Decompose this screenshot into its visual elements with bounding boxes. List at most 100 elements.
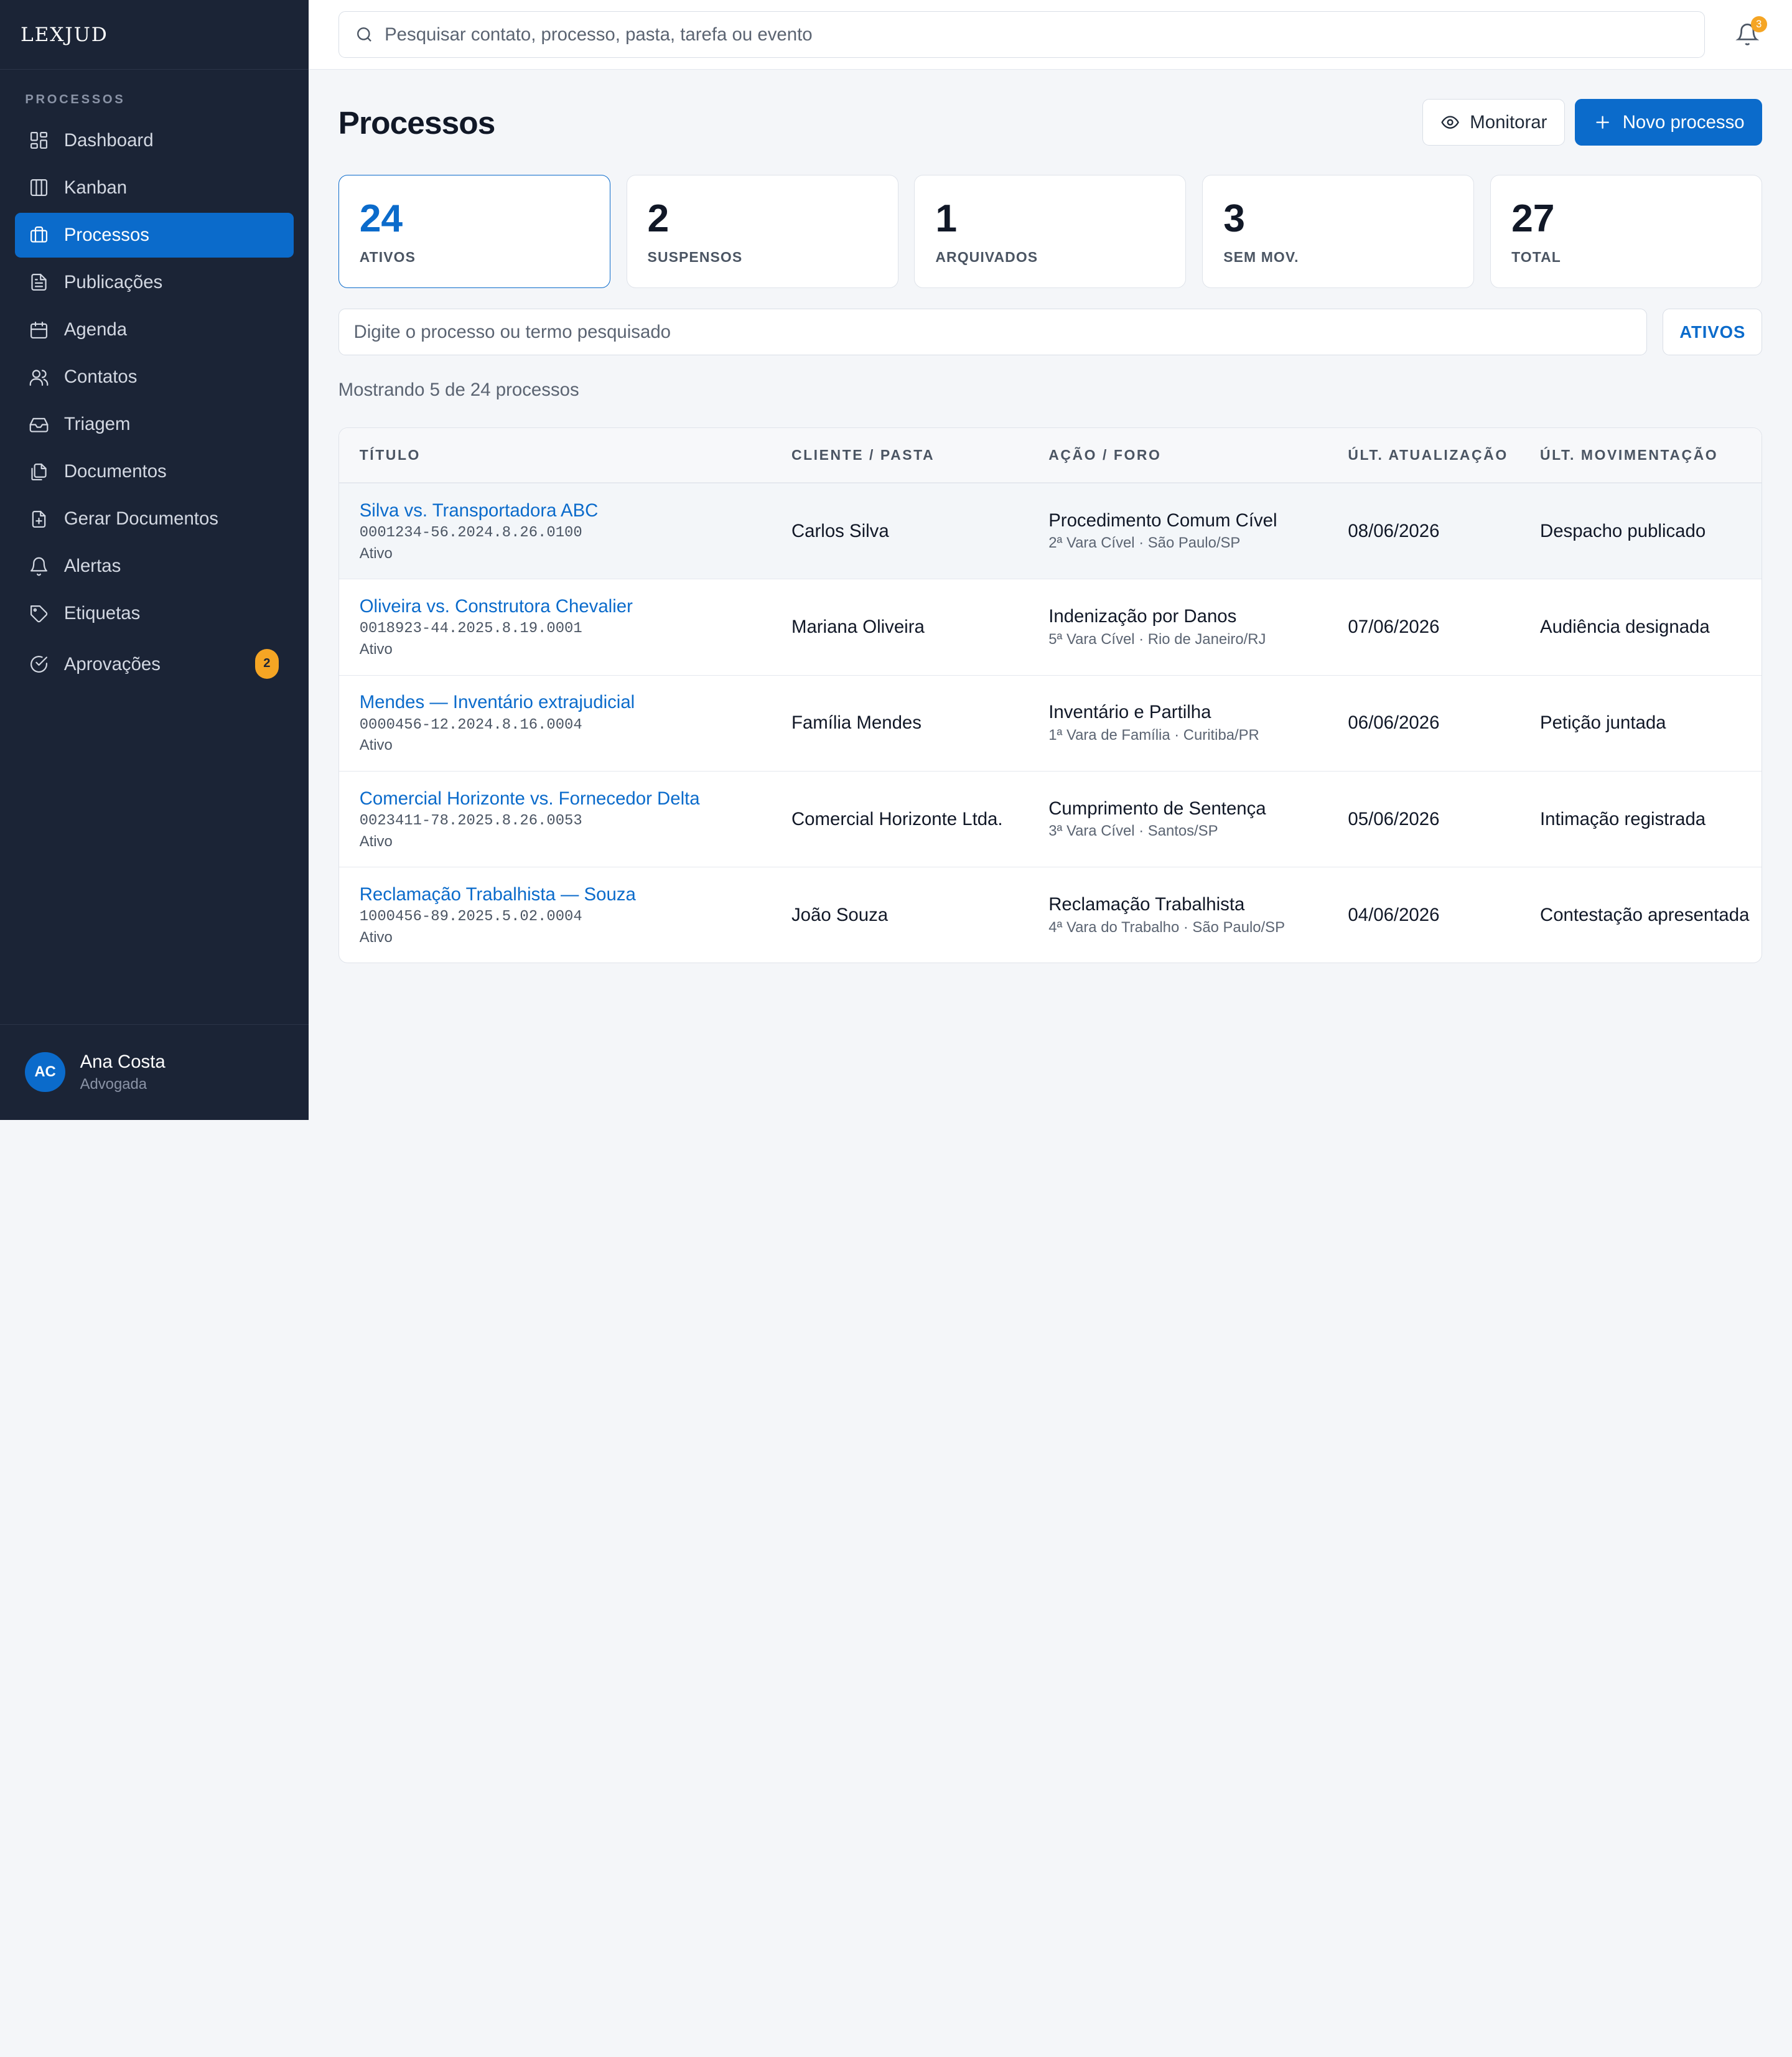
process-title-link[interactable]: Mendes — Inventário extrajudicial [360,692,771,713]
sidebar-nav: Dashboard Kanban Processos Publicações A… [0,118,309,693]
sidebar-item-label: Documentos [63,461,167,482]
acao-label: Reclamação Trabalhista [1048,894,1245,915]
column-header-movimentacao[interactable]: ÚLT. MOVIMENTAÇÃO [1519,447,1762,464]
sidebar-item-processos[interactable]: Processos [14,213,294,258]
cell-titulo: Mendes — Inventário extrajudicial 000045… [339,692,771,754]
main-area: 3 Processos Monitorar Novo processo 24 A… [308,0,1792,1120]
column-header-atualizacao[interactable]: ÚLT. ATUALIZAÇÃO [1327,447,1519,464]
files-icon [29,462,49,482]
cell-acao: Reclamação Trabalhista 4ª Vara do Trabal… [1028,894,1327,936]
cell-movimentacao: Audiência designada [1539,616,1710,637]
column-header-cliente[interactable]: CLIENTE / PASTA [771,447,1028,464]
sidebar-item-alertas[interactable]: Alertas [15,544,294,589]
search-input[interactable] [385,24,1705,45]
stat-card-total[interactable]: 27 TOTAL [1490,175,1763,288]
process-status: Ativo [359,544,393,562]
sidebar-item-triagem[interactable]: Triagem [15,402,294,447]
sidebar-item-publicacoes[interactable]: Publicações [15,260,294,305]
avatar: AC [25,1052,65,1093]
sidebar-item-aprovacoes[interactable]: Aprovações 2 [15,638,294,690]
app-shell: LEXJUD PROCESSOS Dashboard Kanban Proces… [0,0,1792,1120]
stat-label: ATIVOS [359,248,416,265]
monitor-button-label: Monitorar [1470,111,1547,133]
topbar: 3 [308,0,1792,70]
stat-card-ativos[interactable]: 24 ATIVOS [338,175,610,288]
status-filter-button[interactable]: ATIVOS [1663,308,1763,356]
page-header: Processos Monitorar Novo processo [338,70,1763,175]
sidebar-item-contatos[interactable]: Contatos [15,355,294,399]
sidebar-item-kanban[interactable]: Kanban [15,166,294,210]
approvals-count-badge: 2 [254,648,279,679]
cell-cliente: Carlos Silva [791,520,889,541]
foro-label: 2ª Vara Cível · São Paulo/SP [1048,534,1241,552]
notifications-button[interactable]: 3 [1728,15,1767,54]
global-search[interactable] [338,11,1706,58]
stat-value: 2 [647,197,670,241]
stat-card-arquivados[interactable]: 1 ARQUIVADOS [914,175,1187,288]
user-name: Ana Costa [80,1051,166,1072]
nav-section-label: PROCESSOS [25,92,126,106]
users-icon [29,367,49,388]
process-title-link[interactable]: Oliveira vs. Construtora Chevalier [360,596,771,617]
cell-atualizacao: 06/06/2026 [1348,712,1440,734]
brand-logo[interactable]: LEXJUD [0,0,309,70]
plus-icon [1596,116,1609,129]
bell-icon [29,556,49,577]
table-row[interactable]: Oliveira vs. Construtora Chevalier 00189… [338,579,1762,674]
briefcase-icon [29,225,49,245]
table-row[interactable]: Silva vs. Transportadora ABC 0001234-56.… [338,483,1762,579]
cell-cliente: Comercial Horizonte Ltda. [791,808,1003,829]
process-number: 1000456-89.2025.5.02.0004 [359,908,582,926]
sidebar-item-label: Contatos [63,366,138,388]
foro-label: 1ª Vara de Família · Curitiba/PR [1048,726,1259,744]
sidebar-item-gerar-documentos[interactable]: Gerar Documentos [15,497,294,541]
sidebar-item-label: Gerar Documentos [63,508,218,529]
foro-label: 4ª Vara do Trabalho · São Paulo/SP [1048,918,1285,936]
cell-cliente: Mariana Oliveira [791,616,925,637]
sidebar-item-documentos[interactable]: Documentos [15,449,294,494]
sidebar-item-label: Kanban [63,177,128,198]
page-content: Processos Monitorar Novo processo 24 ATI… [309,70,1792,964]
inbox-icon [29,414,49,435]
foro-label: 3ª Vara Cível · Santos/SP [1048,823,1218,840]
acao-label: Cumprimento de Sentença [1048,798,1266,819]
process-status: Ativo [359,737,393,754]
stat-card-suspensos[interactable]: 2 SUSPENSOS [626,175,898,288]
process-status: Ativo [359,928,393,946]
process-title-link[interactable]: Reclamação Trabalhista — Souza [360,884,771,905]
cell-cliente: Família Mendes [791,712,922,734]
process-title-link[interactable]: Comercial Horizonte vs. Fornecedor Delta [360,788,771,809]
table-header: TÍTULO CLIENTE / PASTA AÇÃO / FORO ÚLT. … [338,427,1762,483]
user-profile[interactable]: AC Ana Costa Advogada [0,1024,309,1120]
stat-card-sem-mov[interactable]: 3 SEM MOV. [1202,175,1475,288]
eye-icon [1440,116,1459,129]
cell-movimentacao: Intimação registrada [1539,808,1706,829]
sidebar-item-etiquetas[interactable]: Etiquetas [15,591,294,636]
stat-value: 1 [935,197,958,241]
stat-value: 24 [359,197,403,241]
sidebar-item-label: Publicações [63,272,163,293]
table-row[interactable]: Reclamação Trabalhista — Souza 1000456-8… [338,867,1762,963]
user-info: Ana Costa Advogada [80,1052,166,1094]
process-title-link[interactable]: Silva vs. Transportadora ABC [360,500,771,521]
process-number: 0000456-12.2024.8.16.0004 [359,716,582,734]
tag-icon [29,604,49,624]
monitor-button[interactable]: Monitorar [1422,98,1565,146]
table-row[interactable]: Comercial Horizonte vs. Fornecedor Delta… [338,770,1762,867]
process-number: 0001234-56.2024.8.26.0100 [359,525,582,542]
table-row[interactable]: Mendes — Inventário extrajudicial 000045… [338,674,1762,771]
sidebar-item-dashboard[interactable]: Dashboard [15,118,294,163]
cell-acao: Indenização por Danos 5ª Vara Cível · Ri… [1028,606,1327,648]
cell-titulo: Silva vs. Transportadora ABC 0001234-56.… [339,500,771,562]
notifications-count-badge: 3 [1750,16,1767,32]
column-header-acao[interactable]: AÇÃO / FORO [1028,447,1327,464]
page-title: Processos [338,104,496,141]
column-header-titulo[interactable]: TÍTULO [339,447,771,464]
acao-label: Indenização por Danos [1048,606,1237,627]
sidebar-item-agenda[interactable]: Agenda [15,307,294,352]
cell-movimentacao: Despacho publicado [1539,520,1706,541]
stat-value: 3 [1223,197,1245,241]
process-filter-input[interactable] [338,308,1647,356]
new-process-button[interactable]: Novo processo [1575,98,1763,146]
